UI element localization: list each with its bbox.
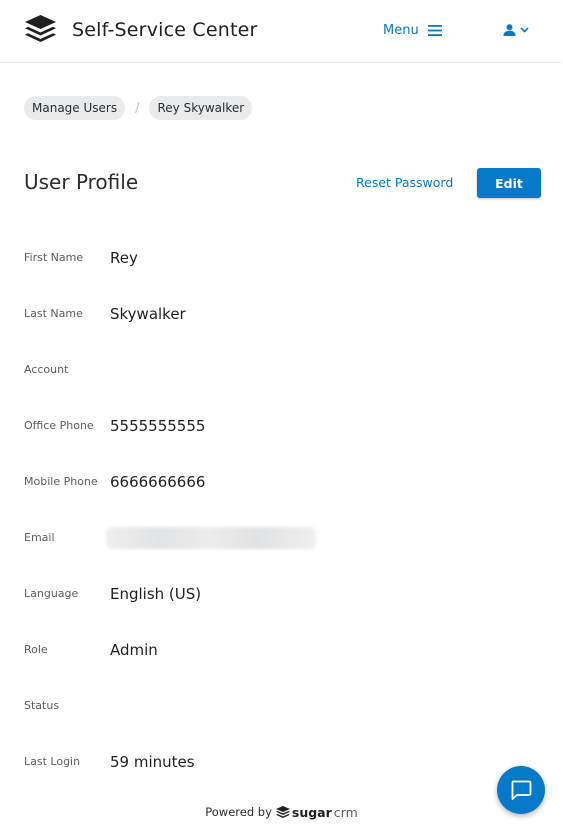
field-email: Email	[24, 526, 544, 550]
breadcrumb: Manage Users / Rey Skywalker	[24, 96, 253, 120]
stack-layers-icon[interactable]	[24, 14, 57, 46]
field-label: Last Login	[24, 755, 81, 768]
breadcrumb-item-current-user[interactable]: Rey Skywalker	[149, 96, 253, 120]
field-value: 6666666666	[110, 473, 206, 491]
field-label: Email	[24, 531, 55, 544]
footer: Powered by sugar crm	[0, 803, 563, 821]
field-label: Language	[24, 587, 79, 600]
breadcrumb-item-manage-users[interactable]: Manage Users	[24, 96, 126, 120]
field-account: Account	[24, 358, 544, 382]
field-value: Skywalker	[110, 305, 186, 323]
field-label: First Name	[24, 251, 84, 264]
user-menu-button[interactable]	[503, 22, 529, 38]
field-office-phone: Office Phone 5555555555	[24, 414, 544, 438]
field-label: Role	[24, 643, 48, 656]
user-icon	[503, 24, 516, 36]
chat-button[interactable]	[497, 766, 545, 814]
field-role: Role Admin	[24, 638, 544, 662]
sugarcrm-cube-icon	[275, 806, 290, 818]
field-value: English (US)	[110, 585, 202, 603]
page-title: User Profile	[24, 170, 139, 194]
menu-button[interactable]: Menu	[383, 20, 442, 40]
brand-crm: crm	[333, 804, 358, 820]
field-value: Admin	[110, 641, 158, 659]
field-label: Last Name	[24, 307, 83, 320]
redacted-email-value	[106, 527, 316, 549]
top-header: Self-Service Center Menu	[0, 0, 563, 63]
chevron-down-icon	[520, 27, 529, 33]
field-label: Office Phone	[24, 419, 94, 432]
field-value: Rey	[110, 249, 138, 267]
field-value: 5555555555	[110, 417, 206, 435]
reset-password-button[interactable]: Reset Password	[356, 175, 453, 191]
field-status: Status	[24, 694, 544, 718]
field-value: 59 minutes	[110, 753, 195, 771]
menu-label: Menu	[383, 22, 419, 38]
field-label: Status	[24, 699, 60, 712]
field-label: Account	[24, 363, 69, 376]
app-title: Self-Service Center	[72, 19, 258, 41]
sugarcrm-logo[interactable]: sugar crm	[275, 804, 358, 820]
field-first-name: First Name Rey	[24, 246, 544, 270]
field-language: Language English (US)	[24, 582, 544, 606]
breadcrumb-separator: /	[135, 100, 140, 116]
field-label: Mobile Phone	[24, 475, 98, 488]
powered-by-text: Powered by	[205, 805, 272, 819]
field-last-name: Last Name Skywalker	[24, 302, 544, 326]
edit-button[interactable]: Edit	[477, 168, 541, 198]
field-mobile-phone: Mobile Phone 6666666666	[24, 470, 544, 494]
brand-sugar: sugar	[291, 804, 332, 820]
field-last-login: Last Login 59 minutes	[24, 750, 544, 774]
hamburger-menu-icon	[427, 24, 442, 36]
chat-bubble-icon	[511, 780, 532, 800]
